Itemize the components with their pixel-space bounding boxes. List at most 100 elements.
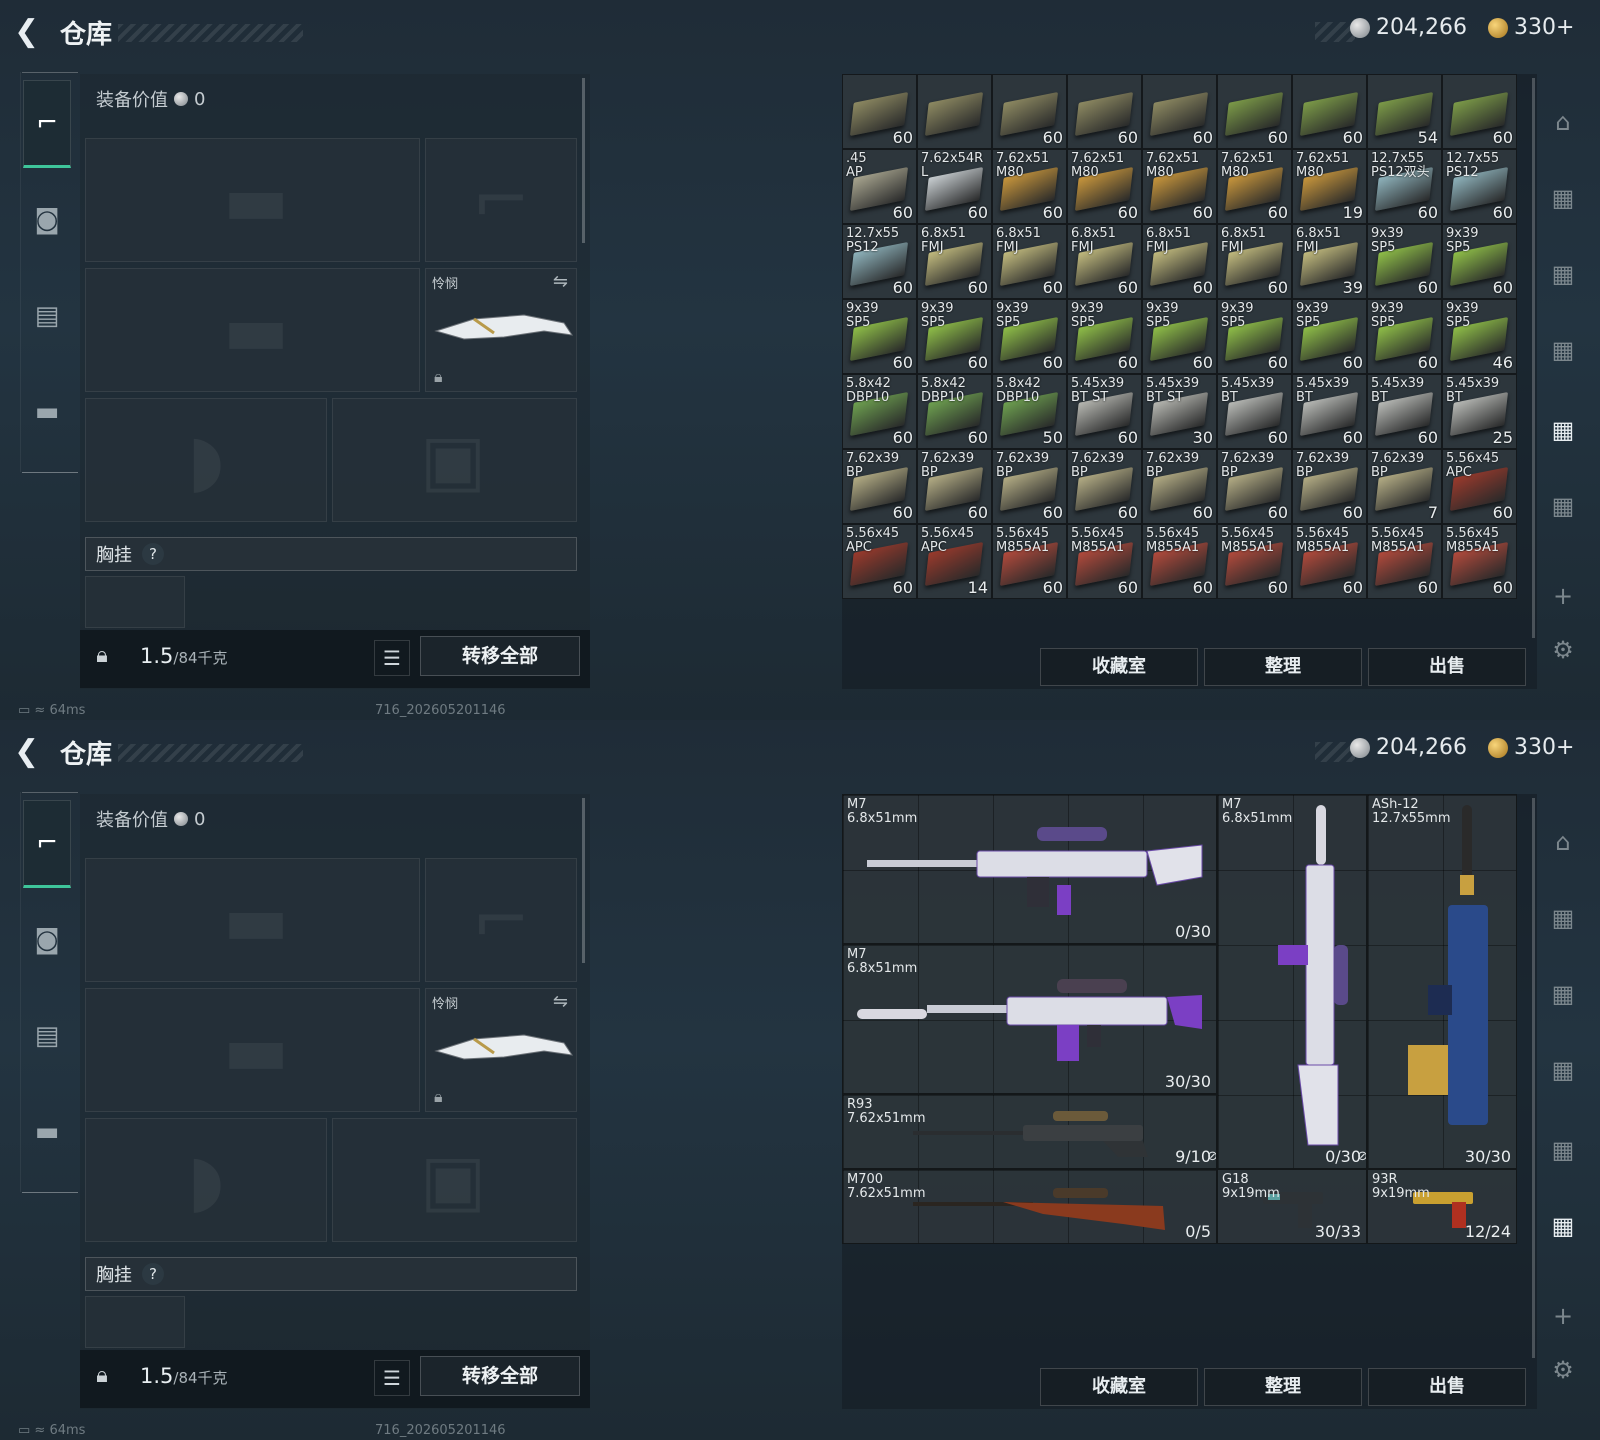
chest-rig-slot[interactable]: 胸挂? bbox=[85, 537, 577, 571]
sell-button[interactable]: 出售 bbox=[1368, 648, 1526, 686]
gold-currency[interactable]: 330+ bbox=[1488, 735, 1574, 760]
storage-ii-icon[interactable]: ▦ bbox=[1540, 320, 1586, 380]
weapon-item[interactable]: G18 9x19mm 30/33 bbox=[1217, 1169, 1367, 1244]
primary-weapon-slot[interactable]: ▬ bbox=[85, 138, 420, 262]
ammo-item[interactable]: 7.62x51 M80 60 bbox=[992, 149, 1067, 224]
ammo-item[interactable]: 5.56x45 M855A1 60 bbox=[1067, 524, 1142, 599]
weapon-item[interactable]: M700 7.62x51mm 0/5 bbox=[842, 1169, 1217, 1244]
ammo-item[interactable]: 60 bbox=[1142, 74, 1217, 149]
weapon-item[interactable]: R93 7.62x51mm 9/10 ⊘ bbox=[842, 1094, 1217, 1169]
ammo-item[interactable]: 9x39 SP5 60 bbox=[1142, 299, 1217, 374]
ammo-item[interactable]: 5.56x45 APC 14 bbox=[917, 524, 992, 599]
ammo-item[interactable]: 60 bbox=[992, 74, 1067, 149]
ammo-item[interactable]: 5.45x39 BT 60 bbox=[1217, 374, 1292, 449]
ammo-item[interactable]: 7.62x54R L 60 bbox=[917, 149, 992, 224]
backpack-tab-icon[interactable]: ◙ bbox=[23, 896, 71, 984]
ammo-item[interactable]: 7.62x51 M80 19 bbox=[1292, 149, 1367, 224]
weapon-item[interactable]: M7 6.8x51mm 0/30 bbox=[842, 794, 1217, 944]
ammo-item[interactable]: 5.56x45 APC 60 bbox=[842, 524, 917, 599]
ammo-item[interactable]: .45 AP 60 bbox=[842, 149, 917, 224]
body-armor-slot[interactable]: ▣ bbox=[332, 398, 577, 522]
list-icon[interactable]: ☰ bbox=[374, 640, 410, 676]
gun-tab-icon[interactable]: ⌐ bbox=[23, 80, 71, 168]
ammo-item[interactable]: 5.56x45 M855A1 60 bbox=[1442, 524, 1517, 599]
storage-weapon-active-icon[interactable]: ▦ bbox=[1540, 1196, 1586, 1256]
add-storage-icon[interactable]: + bbox=[1540, 566, 1586, 626]
melee-slot[interactable]: 怜悯 ⇋ 🔒︎ bbox=[425, 268, 577, 392]
safe-box-icon[interactable]: ⌂ bbox=[1540, 812, 1586, 872]
ammo-item[interactable]: 7.62x51 M80 60 bbox=[1142, 149, 1217, 224]
ammo-item[interactable]: 6.8x51 FMJ 60 bbox=[1217, 224, 1292, 299]
collection-button[interactable]: 收藏室 bbox=[1040, 1368, 1198, 1406]
ammo-item[interactable]: 7.62x51 M80 60 bbox=[1067, 149, 1142, 224]
ammo-item[interactable]: 5.8x42 DBP10 50 bbox=[992, 374, 1067, 449]
toolbox-tab-icon[interactable]: ▬ bbox=[23, 1088, 71, 1176]
armor-tab-icon[interactable]: ▤ bbox=[23, 272, 71, 360]
sort-button[interactable]: 整理 bbox=[1204, 648, 1362, 686]
backpack-tab-icon[interactable]: ◙ bbox=[23, 176, 71, 264]
lock-icon[interactable]: 🔒︎ bbox=[88, 1362, 116, 1390]
ammo-item[interactable]: 5.56x45 M855A1 60 bbox=[1142, 524, 1217, 599]
ammo-item[interactable]: 12.7x55 PS12 60 bbox=[1442, 149, 1517, 224]
secondary-weapon-slot[interactable]: ▬ bbox=[85, 268, 420, 392]
ammo-item[interactable]: 12.7x55 PS12双头 60 bbox=[1367, 149, 1442, 224]
list-icon[interactable]: ☰ bbox=[374, 1360, 410, 1396]
settings-icon[interactable]: ⚙ bbox=[1540, 620, 1586, 680]
back-arrow-icon[interactable]: ❮ bbox=[14, 16, 46, 48]
ammo-item[interactable]: 9x39 SP5 46 bbox=[1442, 299, 1517, 374]
equipment-scrollbar[interactable] bbox=[582, 798, 585, 963]
swap-icon[interactable]: ⇋ bbox=[553, 271, 568, 292]
ammo-item[interactable]: 7.62x39 BP 60 bbox=[992, 449, 1067, 524]
ammo-item[interactable]: 7.62x39 BP 60 bbox=[1217, 449, 1292, 524]
ammo-item[interactable]: 5.8x42 DBP10 60 bbox=[917, 374, 992, 449]
storage-iv-icon[interactable]: ▦ bbox=[1540, 168, 1586, 228]
ammo-item[interactable]: 7.62x39 BP 60 bbox=[1142, 449, 1217, 524]
ammo-item[interactable]: 5.45x39 BT 25 bbox=[1442, 374, 1517, 449]
ammo-item[interactable]: 5.45x39 BT 60 bbox=[1367, 374, 1442, 449]
ammo-item[interactable]: 5.56x45 M855A1 60 bbox=[1217, 524, 1292, 599]
ammo-item[interactable]: 7.62x39 BP 60 bbox=[1067, 449, 1142, 524]
collection-button[interactable]: 收藏室 bbox=[1040, 648, 1198, 686]
ammo-item[interactable]: 7.62x39 BP 60 bbox=[842, 449, 917, 524]
ammo-item[interactable]: 6.8x51 FMJ 60 bbox=[992, 224, 1067, 299]
ammo-item[interactable]: 5.56x45 M855A1 60 bbox=[1367, 524, 1442, 599]
melee-slot[interactable]: 怜悯 ⇋ 🔒︎ bbox=[425, 988, 577, 1112]
ammo-item[interactable]: 9x39 SP5 60 bbox=[992, 299, 1067, 374]
gun-tab-icon[interactable]: ⌐ bbox=[23, 800, 71, 888]
ammo-item[interactable]: 5.8x42 DBP10 60 bbox=[842, 374, 917, 449]
ammo-item[interactable]: 5.56x45 M855A1 60 bbox=[1292, 524, 1367, 599]
weapon-item[interactable]: M7 6.8x51mm 0/30 ⊘ bbox=[1217, 794, 1367, 1169]
storage-iv-b-icon[interactable]: ▦ bbox=[1540, 1120, 1586, 1180]
storage-scrollbar[interactable] bbox=[1532, 78, 1535, 638]
primary-weapon-slot[interactable]: ▬ bbox=[85, 858, 420, 982]
ammo-item[interactable]: 9x39 SP5 60 bbox=[917, 299, 992, 374]
ammo-item[interactable]: 9x39 SP5 60 bbox=[1367, 299, 1442, 374]
chest-rig-slot[interactable]: 胸挂? bbox=[85, 1257, 577, 1291]
helmet-slot[interactable]: ◗ bbox=[85, 398, 327, 522]
weapon-item[interactable]: M7 6.8x51mm 30/30 bbox=[842, 944, 1217, 1094]
armor-tab-icon[interactable]: ▤ bbox=[23, 992, 71, 1080]
ammo-item[interactable]: 5.45x39 BT ST 60 bbox=[1067, 374, 1142, 449]
ammo-item[interactable]: 7.62x51 M80 60 bbox=[1217, 149, 1292, 224]
secondary-weapon-slot[interactable]: ▬ bbox=[85, 988, 420, 1112]
storage-iii-icon[interactable]: ▦ bbox=[1540, 964, 1586, 1024]
ammo-item[interactable]: 6.8x51 FMJ 39 bbox=[1292, 224, 1367, 299]
storage-scrollbar[interactable] bbox=[1532, 798, 1535, 1358]
storage-iv-icon[interactable]: ▦ bbox=[1540, 888, 1586, 948]
swap-icon[interactable]: ⇋ bbox=[553, 991, 568, 1012]
add-storage-icon[interactable]: + bbox=[1540, 1286, 1586, 1346]
ammo-item[interactable]: 9x39 SP5 60 bbox=[1067, 299, 1142, 374]
weapon-item[interactable]: ASh-12 12.7x55mm 30/30 bbox=[1367, 794, 1517, 1169]
ammo-item[interactable]: 5.45x39 BT 60 bbox=[1292, 374, 1367, 449]
sell-button[interactable]: 出售 bbox=[1368, 1368, 1526, 1406]
transfer-all-button[interactable]: 转移全部 bbox=[420, 636, 580, 676]
ammo-item[interactable]: 9x39 SP5 60 bbox=[1367, 224, 1442, 299]
toolbox-tab-icon[interactable]: ▬ bbox=[23, 368, 71, 456]
lock-icon[interactable]: 🔒︎ bbox=[88, 642, 116, 670]
ammo-item[interactable]: 7.62x39 BP 7 bbox=[1367, 449, 1442, 524]
settings-icon[interactable]: ⚙ bbox=[1540, 1340, 1586, 1400]
ammo-item[interactable]: 6.8x51 FMJ 60 bbox=[917, 224, 992, 299]
help-icon[interactable]: ? bbox=[142, 1263, 164, 1285]
ammo-item[interactable]: 60 bbox=[1292, 74, 1367, 149]
sort-button[interactable]: 整理 bbox=[1204, 1368, 1362, 1406]
